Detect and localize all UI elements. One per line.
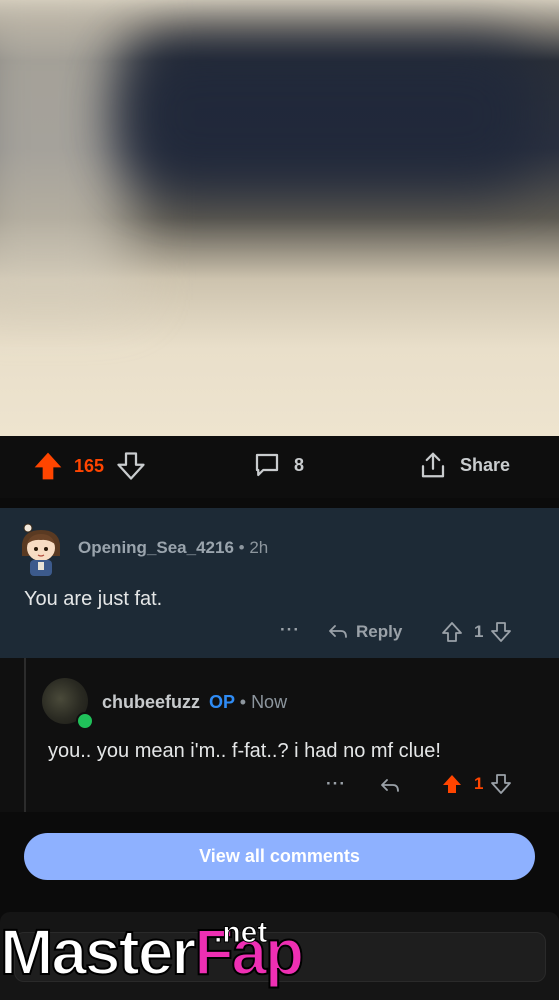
downvote-icon[interactable] (116, 451, 146, 481)
watermark-suffix: .net (213, 916, 268, 949)
share-button[interactable]: Share (418, 450, 510, 480)
thread-line[interactable] (24, 658, 26, 812)
comment-bubble-icon (252, 450, 282, 480)
more-options-button[interactable]: ··· (280, 620, 300, 640)
more-icon: ··· (280, 620, 300, 639)
view-all-section: View all comments (0, 812, 559, 912)
reply-arrow-icon (326, 620, 350, 644)
comment-author-line: chubeefuzz OP • Now (102, 692, 287, 713)
view-all-comments-button[interactable]: View all comments (24, 833, 535, 880)
more-options-button[interactable]: ··· (326, 774, 346, 794)
post-image[interactable] (0, 0, 559, 436)
downvote-icon[interactable] (489, 772, 513, 796)
vote-count: 165 (74, 455, 105, 476)
comment-vote-group: 1 (440, 620, 513, 644)
op-badge: OP (209, 692, 235, 712)
comment-body: You are just fat. (24, 588, 163, 610)
upvote-icon[interactable] (440, 772, 464, 796)
image-blur-region (0, 0, 130, 300)
separator-dot: • (238, 538, 245, 557)
watermark-logo: MasterFap .net (0, 916, 305, 985)
comment-author[interactable]: chubeefuzz (102, 692, 200, 712)
comment-reply: chubeefuzz OP • Now you.. you mean i'm..… (0, 658, 559, 812)
comment-time: 2h (249, 538, 269, 557)
comment-time: Now (251, 692, 288, 712)
comment-count: 8 (294, 454, 305, 475)
reply-label: Reply (356, 622, 403, 641)
comment-body: you.. you mean i'm.. f-fat..? i had no m… (48, 740, 441, 762)
comment-score: 1 (474, 774, 484, 793)
avatar[interactable] (18, 522, 64, 578)
comment-author-line: Opening_Sea_4216 • 2h (78, 538, 268, 558)
post-action-bar: 165 8 Share (0, 436, 559, 498)
reply-button[interactable]: Reply (326, 620, 402, 644)
watermark-part1: Master (0, 916, 197, 988)
separator-dot: • (239, 692, 247, 712)
reply-button[interactable] (378, 774, 402, 798)
vote-group: 165 (32, 450, 146, 482)
image-blur-region (120, 40, 540, 190)
comment-author[interactable]: Opening_Sea_4216 (78, 538, 234, 557)
reply-arrow-icon (378, 774, 402, 798)
comments-button[interactable]: 8 (252, 450, 304, 480)
share-icon (418, 450, 448, 480)
online-status-icon (76, 712, 94, 730)
downvote-icon[interactable] (489, 620, 513, 644)
comment-vote-group: 1 (440, 772, 513, 796)
comment: Opening_Sea_4216 • 2h You are just fat. … (0, 508, 559, 658)
divider (0, 498, 559, 508)
comment-score: 1 (474, 622, 484, 641)
upvote-icon[interactable] (32, 450, 64, 482)
share-label: Share (460, 454, 511, 475)
more-icon: ··· (326, 774, 346, 793)
upvote-icon[interactable] (440, 620, 464, 644)
